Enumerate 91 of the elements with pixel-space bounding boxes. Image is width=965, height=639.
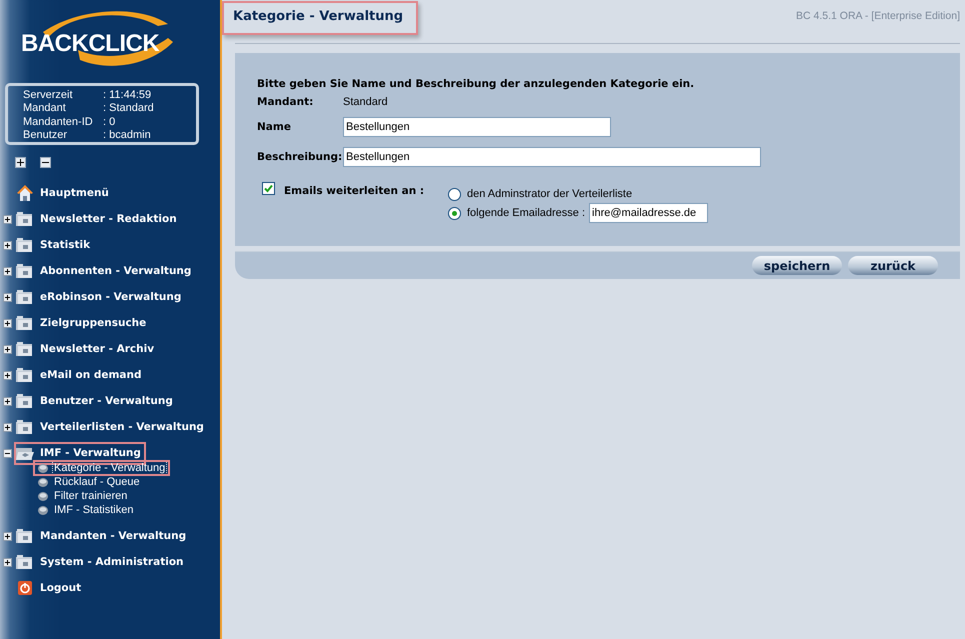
minus-icon: [42, 159, 49, 166]
email-field[interactable]: ihre@mailadresse.de: [589, 203, 708, 223]
menu-item[interactable]: IMF - Verwaltung: [16, 444, 144, 462]
info-value: : 0: [103, 116, 116, 129]
info-label: Mandanten-ID: [23, 116, 94, 129]
folder-icon: [16, 528, 34, 544]
checkbox-label: Emails weiterleiten an :: [284, 185, 424, 197]
menu-item[interactable]: Mandanten - Verwaltung: [16, 526, 190, 546]
field-label: Name: [257, 121, 292, 133]
bullet-icon: [38, 492, 48, 500]
menu-item[interactable]: Newsletter - Archiv: [16, 340, 158, 358]
plus-icon: [4, 424, 11, 430]
dot-icon: [452, 210, 457, 216]
logo-text: BACKCLICK: [21, 30, 160, 58]
radio-button[interactable]: [448, 206, 461, 220]
expand-toggle[interactable]: [3, 370, 12, 380]
expand-toggle[interactable]: [3, 422, 12, 432]
bullet-icon: [38, 464, 48, 472]
expand-toggle[interactable]: [3, 266, 12, 276]
plus-icon: [4, 372, 11, 378]
info-value: : Standard: [103, 102, 155, 116]
radio-label: folgende Emailadresse :: [467, 207, 586, 219]
plus-icon: [4, 320, 11, 326]
menu-item[interactable]: Statistik: [16, 236, 94, 254]
plus-icon: [4, 268, 11, 274]
power-icon: [18, 581, 32, 595]
field-label: Mandant:: [257, 95, 314, 110]
submenu-item[interactable]: Rücklauf - Queue: [35, 476, 143, 488]
menu-item[interactable]: eRobinson - Verwaltung: [16, 288, 184, 306]
info-value: : 11:44:59: [103, 89, 152, 102]
menu-item[interactable]: eMail on demand: [16, 366, 145, 384]
menu-item[interactable]: Hauptmenü: [16, 184, 112, 202]
name-field[interactable]: Bestellungen: [343, 117, 611, 137]
collapse-toggle[interactable]: [3, 448, 12, 458]
folder-icon: [16, 288, 34, 306]
plus-icon: [4, 294, 11, 300]
plus-icon: [17, 159, 24, 166]
info-label: Serverzeit: [23, 89, 74, 102]
save-button[interactable]: speichern: [752, 256, 842, 275]
expand-all-button[interactable]: [15, 157, 26, 168]
plus-icon: [4, 558, 11, 566]
submenu-item[interactable]: IMF - Statistiken: [35, 504, 136, 516]
back-button[interactable]: zurück: [848, 256, 938, 275]
plus-icon: [4, 216, 11, 222]
plus-icon: [4, 346, 11, 352]
forward-checkbox[interactable]: [262, 182, 275, 195]
field-value: Standard: [343, 96, 389, 108]
submenu-item[interactable]: Filter trainieren: [35, 490, 130, 502]
folder-icon: [16, 366, 34, 384]
folder-icon: [16, 392, 34, 410]
info-label: Benutzer: [23, 128, 68, 142]
expand-toggle[interactable]: [3, 214, 12, 224]
version-label: BC 4.5.1 ORA - [Enterprise Edition]: [796, 10, 960, 22]
submenu-item[interactable]: Kategorie - Verwaltung: [35, 462, 168, 474]
info-label: Mandant: [23, 102, 67, 116]
menu-item[interactable]: Zielgruppensuche: [16, 314, 150, 332]
expand-toggle[interactable]: [3, 240, 12, 250]
folder-icon: [16, 314, 34, 332]
field-label: Beschreibung:: [257, 151, 343, 163]
page-title: Kategorie - Verwaltung: [222, 1, 418, 35]
menu-item[interactable]: Abonnenten - Verwaltung: [16, 262, 194, 280]
description-field[interactable]: Bestellungen: [343, 147, 761, 167]
plus-icon: [4, 398, 11, 404]
folder-icon: [16, 262, 34, 280]
expand-toggle[interactable]: [3, 318, 12, 328]
menu-item[interactable]: Verteilerlisten - Verwaltung: [16, 418, 207, 436]
expand-toggle[interactable]: [3, 396, 12, 406]
menu-item[interactable]: System - Administration: [16, 552, 187, 572]
folder-icon: [16, 236, 34, 254]
expand-toggle[interactable]: [3, 292, 12, 302]
bullet-icon: [38, 478, 48, 486]
folder-icon: [16, 340, 34, 358]
instruction-text: Bitte geben Sie Name und Beschreibung der anzulegenden Kategorie ein.: [257, 78, 696, 90]
expand-toggle[interactable]: [3, 344, 12, 354]
expand-toggle[interactable]: [3, 532, 12, 540]
menu-item[interactable]: Newsletter - Redaktion: [16, 210, 180, 228]
menu-item[interactable]: Logout: [16, 580, 84, 596]
plus-icon: [4, 242, 11, 248]
expand-toggle[interactable]: [3, 558, 12, 566]
radio-label: den Adminstrator der Verteilerliste: [467, 188, 632, 200]
info-value: : bcadmin: [103, 128, 152, 142]
menu-item[interactable]: Benutzer - Verwaltung: [16, 392, 176, 410]
radio-button[interactable]: [448, 188, 461, 200]
folder-icon: [16, 210, 34, 228]
plus-icon: [4, 532, 11, 540]
collapse-all-button[interactable]: [40, 157, 51, 168]
bullet-icon: [38, 506, 48, 514]
check-icon: [264, 184, 273, 193]
folder-icon: [16, 554, 34, 570]
folder-icon: [16, 418, 34, 436]
house-icon: [16, 184, 34, 202]
